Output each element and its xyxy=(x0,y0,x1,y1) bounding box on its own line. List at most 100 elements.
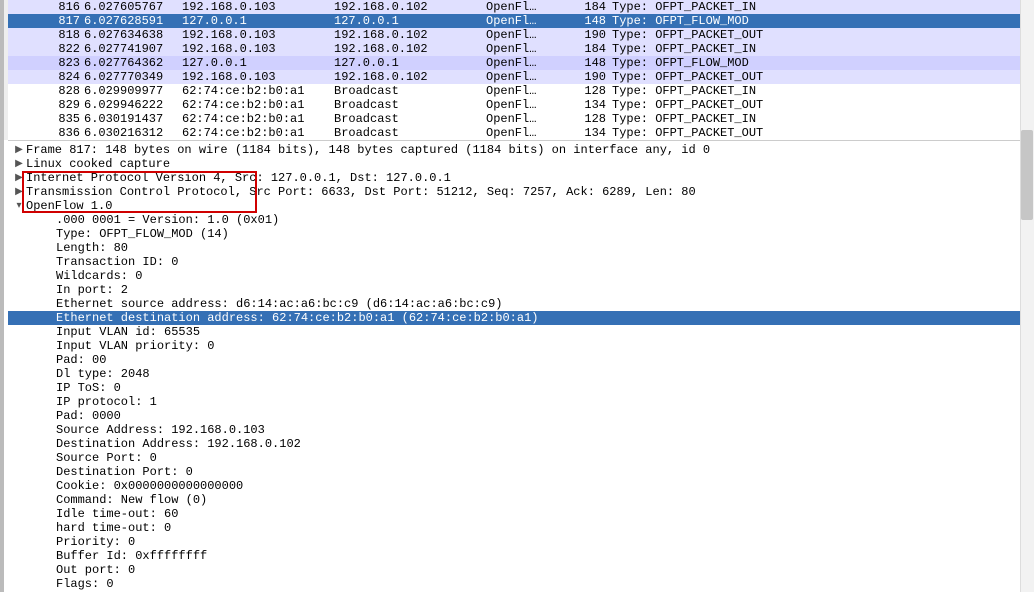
packet-row[interactable]: 8166.027605767192.168.0.103192.168.0.102… xyxy=(8,0,1034,14)
packet-row[interactable]: 8286.02990997762:74:ce:b2:b0:a1Broadcast… xyxy=(8,84,1034,98)
openflow-field[interactable]: Input VLAN id: 65535 xyxy=(8,325,1034,339)
packet-time: 6.027634638 xyxy=(84,28,182,42)
spacer xyxy=(42,297,56,311)
openflow-field[interactable]: Pad: 0000 xyxy=(8,409,1034,423)
openflow-field[interactable]: IP protocol: 1 xyxy=(8,395,1034,409)
openflow-field[interactable]: Ethernet destination address: 62:74:ce:b… xyxy=(8,311,1034,325)
packet-info: Type: OFPT_PACKET_OUT xyxy=(612,98,1034,112)
packet-row[interactable]: 8226.027741907192.168.0.103192.168.0.102… xyxy=(8,42,1034,56)
packet-no: 822 xyxy=(30,42,84,56)
packet-length: 134 xyxy=(570,126,612,140)
packet-time: 6.027770349 xyxy=(84,70,182,84)
packet-src: 127.0.0.1 xyxy=(182,56,334,70)
packet-length: 148 xyxy=(570,56,612,70)
openflow-field[interactable]: Out port: 0 xyxy=(8,563,1034,577)
packet-info: Type: OFPT_PACKET_OUT xyxy=(612,28,1034,42)
spacer xyxy=(42,479,56,493)
tree-linux-cooked[interactable]: ▶Linux cooked capture xyxy=(8,157,1034,171)
openflow-field[interactable]: Transaction ID: 0 xyxy=(8,255,1034,269)
openflow-field[interactable]: Source Address: 192.168.0.103 xyxy=(8,423,1034,437)
openflow-field[interactable]: hard time-out: 0 xyxy=(8,521,1034,535)
packet-row[interactable]: 8296.02994622262:74:ce:b2:b0:a1Broadcast… xyxy=(8,98,1034,112)
expand-icon[interactable]: ▶ xyxy=(12,143,26,157)
openflow-field[interactable]: Source Port: 0 xyxy=(8,451,1034,465)
packet-row[interactable]: 8186.027634638192.168.0.103192.168.0.102… xyxy=(8,28,1034,42)
packet-row[interactable]: 8176.027628591127.0.0.1127.0.0.1OpenFl…1… xyxy=(8,14,1034,28)
openflow-field-text: Priority: 0 xyxy=(56,535,135,549)
tree-ip[interactable]: ▶Internet Protocol Version 4, Src: 127.0… xyxy=(8,171,1034,185)
expand-icon[interactable]: ▶ xyxy=(12,185,26,199)
packet-protocol: OpenFl… xyxy=(486,70,570,84)
packet-details-tree[interactable]: ▶Frame 817: 148 bytes on wire (1184 bits… xyxy=(8,141,1034,591)
openflow-field[interactable]: Destination Address: 192.168.0.102 xyxy=(8,437,1034,451)
openflow-field-text: Length: 80 xyxy=(56,241,128,255)
openflow-field-text: Type: OFPT_FLOW_MOD (14) xyxy=(56,227,229,241)
openflow-field[interactable]: Ethernet source address: d6:14:ac:a6:bc:… xyxy=(8,297,1034,311)
spacer xyxy=(42,409,56,423)
spacer xyxy=(42,507,56,521)
spacer xyxy=(42,423,56,437)
spacer xyxy=(42,381,56,395)
packet-row[interactable]: 8356.03019143762:74:ce:b2:b0:a1Broadcast… xyxy=(8,112,1034,126)
packet-row[interactable]: 8246.027770349192.168.0.103192.168.0.102… xyxy=(8,70,1034,84)
openflow-field[interactable]: Command: New flow (0) xyxy=(8,493,1034,507)
packet-src: 192.168.0.103 xyxy=(182,42,334,56)
packet-protocol: OpenFl… xyxy=(486,112,570,126)
packet-mark xyxy=(8,28,30,42)
packet-row[interactable]: 8366.03021631262:74:ce:b2:b0:a1Broadcast… xyxy=(8,126,1034,140)
tree-frame[interactable]: ▶Frame 817: 148 bytes on wire (1184 bits… xyxy=(8,143,1034,157)
packet-src: 62:74:ce:b2:b0:a1 xyxy=(182,84,334,98)
openflow-field[interactable]: Input VLAN priority: 0 xyxy=(8,339,1034,353)
openflow-field[interactable]: Length: 80 xyxy=(8,241,1034,255)
openflow-field[interactable]: IP ToS: 0 xyxy=(8,381,1034,395)
openflow-field-text: Cookie: 0x0000000000000000 xyxy=(56,479,243,493)
packet-no: 823 xyxy=(30,56,84,70)
openflow-field[interactable]: Destination Port: 0 xyxy=(8,465,1034,479)
openflow-field-text: Wildcards: 0 xyxy=(56,269,142,283)
spacer xyxy=(42,255,56,269)
packet-mark xyxy=(8,0,30,14)
openflow-field[interactable]: Dl type: 2048 xyxy=(8,367,1034,381)
packet-list[interactable]: 8166.027605767192.168.0.103192.168.0.102… xyxy=(8,0,1034,141)
openflow-field[interactable]: Buffer Id: 0xffffffff xyxy=(8,549,1034,563)
spacer xyxy=(42,227,56,241)
expand-icon[interactable]: ▶ xyxy=(12,157,26,171)
openflow-field[interactable]: Wildcards: 0 xyxy=(8,269,1034,283)
packet-src: 62:74:ce:b2:b0:a1 xyxy=(182,126,334,140)
openflow-field[interactable]: In port: 2 xyxy=(8,283,1034,297)
tree-tcp[interactable]: ▶Transmission Control Protocol, Src Port… xyxy=(8,185,1034,199)
packet-time: 6.030216312 xyxy=(84,126,182,140)
packet-no: 816 xyxy=(30,0,84,14)
packet-row[interactable]: 8236.027764362127.0.0.1127.0.0.1OpenFl…1… xyxy=(8,56,1034,70)
openflow-field-text: Pad: 0000 xyxy=(56,409,121,423)
packet-info: Type: OFPT_PACKET_IN xyxy=(612,0,1034,14)
packet-info: Type: OFPT_PACKET_IN xyxy=(612,84,1034,98)
openflow-field[interactable]: Cookie: 0x0000000000000000 xyxy=(8,479,1034,493)
packet-time: 6.027628591 xyxy=(84,14,182,28)
openflow-field[interactable]: Priority: 0 xyxy=(8,535,1034,549)
openflow-field-text: Input VLAN priority: 0 xyxy=(56,339,214,353)
packet-mark xyxy=(8,14,30,28)
packet-no: 836 xyxy=(30,126,84,140)
packet-length: 148 xyxy=(570,14,612,28)
spacer xyxy=(42,465,56,479)
spacer xyxy=(42,283,56,297)
spacer xyxy=(42,493,56,507)
openflow-field[interactable]: Type: OFPT_FLOW_MOD (14) xyxy=(8,227,1034,241)
tree-openflow[interactable]: ▾OpenFlow 1.0 xyxy=(8,199,1034,213)
openflow-field[interactable]: Pad: 00 xyxy=(8,353,1034,367)
scrollbar-thumb[interactable] xyxy=(1021,130,1033,220)
openflow-field[interactable]: Flags: 0 xyxy=(8,577,1034,591)
collapse-icon[interactable]: ▾ xyxy=(12,199,26,213)
expand-icon[interactable]: ▶ xyxy=(12,171,26,185)
spacer xyxy=(42,241,56,255)
openflow-field[interactable]: Idle time-out: 60 xyxy=(8,507,1034,521)
packet-length: 184 xyxy=(570,42,612,56)
packet-mark xyxy=(8,70,30,84)
vertical-scrollbar[interactable] xyxy=(1020,0,1034,592)
openflow-field-text: Source Port: 0 xyxy=(56,451,157,465)
openflow-field[interactable]: .000 0001 = Version: 1.0 (0x01) xyxy=(8,213,1034,227)
spacer xyxy=(42,535,56,549)
openflow-field-text: IP ToS: 0 xyxy=(56,381,121,395)
openflow-field-text: In port: 2 xyxy=(56,283,128,297)
